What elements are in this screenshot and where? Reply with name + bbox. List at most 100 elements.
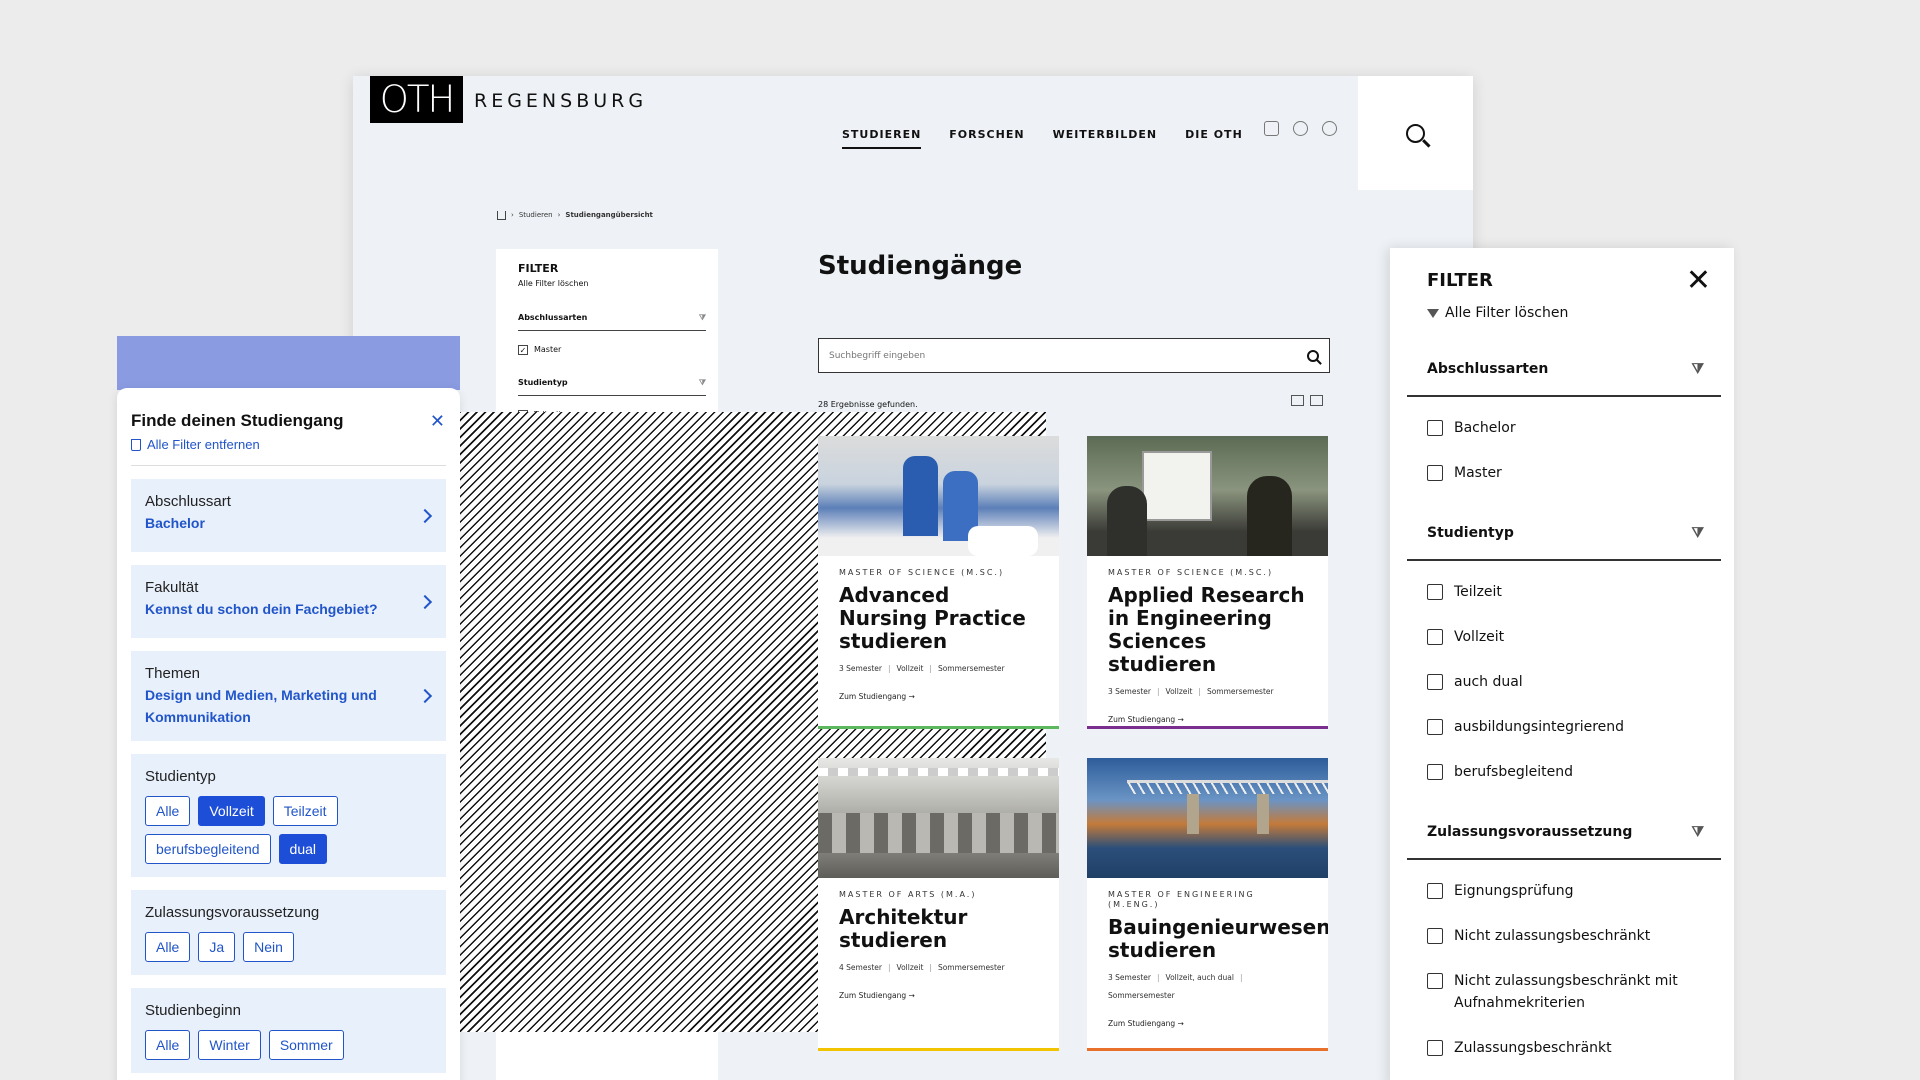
course-degree: MASTER OF ARTS (M.A.) — [839, 890, 977, 899]
checkbox[interactable] — [1427, 629, 1443, 645]
result-count: 28 Ergebnisse gefunden. — [818, 400, 918, 409]
filter-icon: ⧩ — [1691, 824, 1705, 840]
filter-icon: ⧩ — [1691, 361, 1705, 377]
course-title[interactable]: Architektur studieren — [839, 906, 1038, 952]
filter-chip[interactable]: Nein — [243, 932, 294, 962]
card-accent — [818, 726, 1059, 729]
filter-row-fakultaet[interactable]: Fakultät Kennst du schon dein Fachgebiet… — [131, 565, 446, 638]
filter-drawer: FILTER ✕ Alle Filter löschen Abschlussar… — [1390, 248, 1734, 1080]
course-link[interactable]: Zum Studiengang → — [839, 990, 1038, 1002]
remove-filters-link[interactable]: Alle Filter entfernen — [131, 437, 446, 466]
contrast-icon[interactable] — [1293, 121, 1308, 136]
header-search-button[interactable] — [1358, 76, 1473, 190]
filter-option[interactable]: ✓ Master — [518, 344, 706, 355]
clear-filters-link[interactable]: Alle Filter löschen — [518, 278, 706, 290]
view-toggle — [1291, 395, 1323, 406]
checkbox[interactable] — [1427, 1040, 1443, 1056]
filter-option[interactable]: Eignungsprüfung — [1427, 880, 1697, 902]
filter-option[interactable]: ausbildungsintegrierend — [1427, 716, 1697, 738]
filter-chip[interactable]: Ja — [198, 932, 236, 962]
filter-option[interactable]: Nicht zulassungsbeschränkt mit Aufnahmek… — [1427, 970, 1697, 1014]
checkbox[interactable] — [1427, 584, 1443, 600]
user-icon[interactable] — [1322, 121, 1337, 136]
filter-chip[interactable]: Alle — [145, 1030, 191, 1060]
filter-option[interactable]: auch dual — [1427, 671, 1697, 693]
course-meta: 4 Semester | Vollzeit | Sommersemester — [839, 963, 1005, 972]
course-degree: MASTER OF SCIENCE (M.SC.) — [839, 568, 1005, 577]
course-image — [1087, 436, 1328, 556]
course-card[interactable]: MASTER OF ENGINEERING (M.ENG.) Bauingeni… — [1087, 758, 1328, 1051]
breadcrumb-studieren[interactable]: Studieren — [519, 210, 553, 220]
chip-group: Studientyp Alle Vollzeit Teilzeit berufsbegl… — [131, 754, 446, 877]
filter-row-themen[interactable]: Themen Design und Medien, Marketing und … — [131, 651, 446, 741]
checkbox[interactable] — [1427, 883, 1443, 899]
checkbox[interactable]: ✓ — [518, 345, 528, 355]
filter-chip[interactable]: Winter — [198, 1030, 261, 1060]
filter-section-heading[interactable]: Zulassungsvoraussetzung⧩ — [1407, 823, 1721, 860]
course-search-input[interactable] — [829, 350, 1229, 361]
card-accent — [1087, 726, 1328, 729]
filter-chip[interactable]: dual — [278, 834, 327, 864]
course-title[interactable]: Bauingenieurwesen studieren — [1108, 916, 1328, 962]
filter-option[interactable]: Zulassungsbeschränkt — [1427, 1037, 1697, 1059]
nav-forschen[interactable]: FORSCHEN — [949, 127, 1024, 149]
course-card[interactable]: MASTER OF ARTS (M.A.) Architektur studie… — [818, 758, 1059, 1051]
filter-option[interactable]: Teilzeit — [1427, 581, 1697, 603]
course-card[interactable]: MASTER OF SCIENCE (M.SC.) Advanced Nursi… — [818, 436, 1059, 729]
sign-language-icon[interactable] — [1264, 121, 1279, 136]
filter-section-heading[interactable]: Abschlussarten ⧩ — [518, 290, 706, 331]
filter-option[interactable]: Nicht zulassungsbeschränkt — [1427, 925, 1697, 947]
oth-logo[interactable]: OTH — [370, 76, 463, 123]
image-view-icon[interactable] — [1291, 395, 1304, 406]
filter-icon: ⧩ — [1691, 525, 1705, 541]
course-image — [818, 758, 1059, 878]
filter-chip[interactable]: berufsbegleitend — [145, 834, 271, 864]
close-icon[interactable]: ✕ — [1686, 266, 1711, 296]
nav-studieren[interactable]: STUDIEREN — [842, 127, 922, 149]
filter-section-heading[interactable]: Studientyp ⧩ — [518, 355, 706, 396]
nav-weiterbilden[interactable]: WEITERBILDEN — [1053, 127, 1158, 149]
filter-chip[interactable]: Teilzeit — [272, 796, 338, 826]
course-title[interactable]: Advanced Nursing Practice studieren — [839, 584, 1038, 653]
filter-chip[interactable]: Alle — [145, 796, 191, 826]
search-icon[interactable] — [1307, 349, 1319, 362]
course-link[interactable]: Zum Studiengang → — [1108, 1018, 1307, 1030]
close-icon[interactable]: ✕ — [430, 412, 445, 430]
filter-chip[interactable]: Sommer — [268, 1030, 344, 1060]
page-title: Studiengänge — [818, 251, 1023, 281]
filter-section-heading[interactable]: Abschlussarten ⧩ — [1407, 360, 1721, 397]
filter-chip[interactable]: Vollzeit — [198, 796, 265, 826]
course-link[interactable]: Zum Studiengang → — [839, 691, 1038, 703]
checkbox[interactable] — [1427, 465, 1443, 481]
course-link[interactable]: Zum Studiengang → — [1108, 714, 1307, 726]
header-icons — [1264, 121, 1337, 136]
breadcrumb: › Studieren › Studiengangübersicht — [497, 210, 653, 220]
filter-icon: ⧩ — [698, 313, 706, 322]
checkbox[interactable] — [1427, 719, 1443, 735]
checkbox[interactable] — [1427, 674, 1443, 690]
filter-chip[interactable]: Alle — [145, 932, 191, 962]
filter-option[interactable]: Master — [1427, 462, 1697, 484]
checkbox[interactable] — [1427, 928, 1443, 944]
filter-option[interactable]: berufsbegleitend — [1427, 761, 1697, 783]
card-accent — [1087, 1048, 1328, 1051]
brand-name: REGENSBURG — [474, 90, 648, 112]
checkbox[interactable] — [1427, 764, 1443, 780]
course-card[interactable]: MASTER OF SCIENCE (M.SC.) Applied Resear… — [1087, 436, 1328, 729]
home-icon[interactable] — [497, 210, 506, 220]
clear-filters-link[interactable]: Alle Filter löschen — [1427, 304, 1734, 322]
filter-option[interactable]: Bachelor — [1427, 417, 1697, 439]
chip-group: Studienbeginn Alle Winter Sommer — [131, 988, 446, 1073]
search-icon — [1406, 123, 1425, 143]
mobile-filter-panel: Finde deinen Studiengang ✕ Alle Filter e… — [117, 388, 460, 1080]
filter-row-abschlussart[interactable]: Abschlussart Bachelor — [131, 479, 446, 552]
nav-die-oth[interactable]: DIE OTH — [1185, 127, 1243, 149]
checkbox[interactable] — [1427, 420, 1443, 436]
filter-option[interactable]: Vollzeit — [1427, 626, 1697, 648]
breadcrumb-current: Studiengangübersicht — [565, 211, 653, 219]
course-title[interactable]: Applied Research in Engineering Scien­ce… — [1108, 584, 1307, 676]
filter-icon — [1427, 308, 1439, 318]
filter-section-heading[interactable]: Studientyp ⧩ — [1407, 524, 1721, 561]
checkbox[interactable] — [1427, 973, 1443, 989]
no-image-view-icon[interactable] — [1310, 395, 1323, 406]
